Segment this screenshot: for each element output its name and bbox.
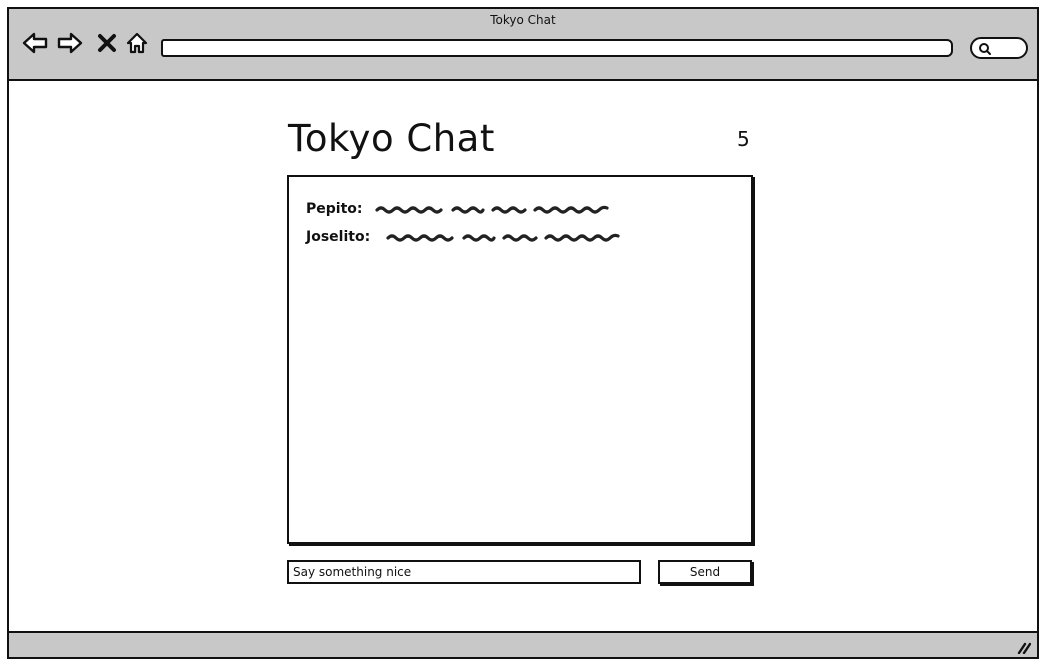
resize-grip-icon[interactable]	[1015, 640, 1031, 654]
message-author: Pepito:	[306, 201, 363, 217]
message-input[interactable]	[287, 560, 641, 584]
close-icon	[98, 34, 116, 52]
chat-log[interactable]: Pepito: Joselito:	[287, 175, 753, 544]
window-title: Tokyo Chat	[490, 13, 556, 27]
home-icon	[126, 32, 148, 54]
page-title: Tokyo Chat	[288, 117, 495, 160]
chat-message: Pepito:	[306, 201, 623, 217]
address-bar[interactable]	[161, 39, 953, 57]
arrow-left-icon	[22, 32, 48, 54]
search-icon	[979, 43, 991, 55]
back-button[interactable]	[21, 29, 49, 57]
home-button[interactable]	[123, 29, 151, 57]
arrow-right-icon	[57, 32, 83, 54]
stop-button[interactable]	[93, 29, 121, 57]
redacted-text-scribble	[374, 205, 609, 214]
chat-message: Joselito:	[306, 229, 634, 245]
search-button[interactable]	[970, 37, 1028, 59]
redacted-text-scribble	[386, 233, 620, 242]
send-button[interactable]: Send	[658, 560, 752, 584]
forward-button[interactable]	[56, 29, 84, 57]
status-bar	[9, 631, 1037, 657]
browser-toolbar: Tokyo Chat	[9, 9, 1037, 81]
browser-window: Tokyo Chat Tokyo Chat 5 Pepito: Joselito…	[7, 7, 1039, 659]
message-author: Joselito:	[306, 229, 371, 245]
message-counter: 5	[737, 127, 750, 151]
